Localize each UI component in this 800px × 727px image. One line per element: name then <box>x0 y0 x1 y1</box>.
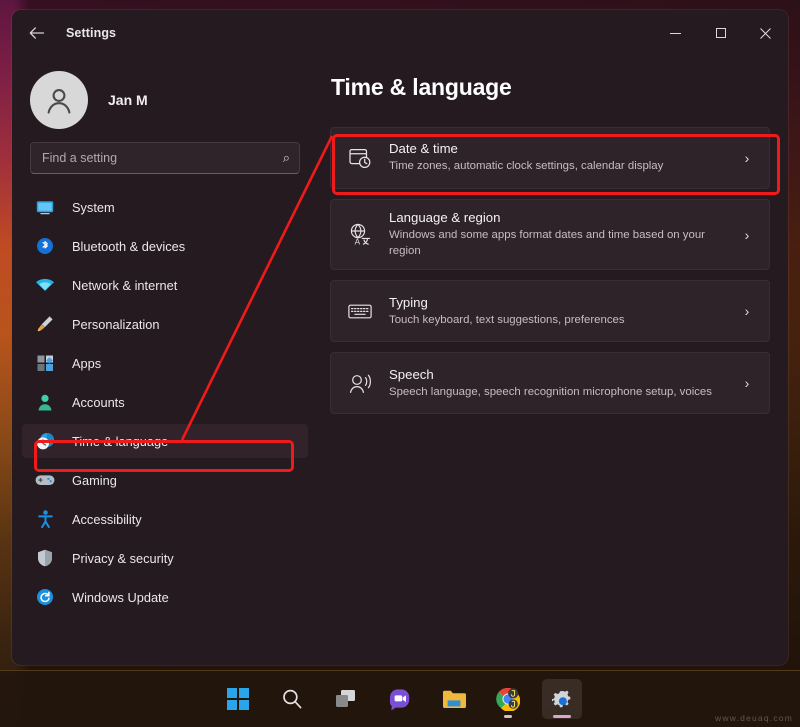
minimize-button[interactable] <box>653 10 698 56</box>
taskbar-running-indicator <box>504 715 512 718</box>
chrome-button[interactable] <box>488 679 528 719</box>
file-explorer-button[interactable] <box>434 679 474 719</box>
chevron-right-icon: › <box>744 150 750 166</box>
card-subtitle: Time zones, automatic clock settings, ca… <box>389 160 664 173</box>
card-subtitle: Speech language, speech recognition micr… <box>389 385 712 398</box>
sidebar-item-apps[interactable]: Apps <box>22 346 308 380</box>
clock-globe-icon <box>34 432 56 450</box>
card-language-region[interactable]: A Language & region Windows and some app… <box>330 199 770 271</box>
paintbrush-icon <box>34 315 56 333</box>
apps-grid-icon <box>34 354 56 372</box>
chevron-right-icon: › <box>744 226 750 243</box>
sidebar-item-accounts[interactable]: Accounts <box>22 385 308 419</box>
card-subtitle: Touch keyboard, text suggestions, prefer… <box>389 313 625 326</box>
speech-microphone-icon <box>345 373 375 394</box>
card-text: Language & region Windows and some apps … <box>389 210 739 259</box>
keyboard-icon <box>345 303 375 320</box>
sidebar-item-label: Windows Update <box>72 589 169 605</box>
sidebar-item-gaming[interactable]: Gaming <box>22 463 308 497</box>
sidebar-item-label: Gaming <box>72 472 117 488</box>
chat-button[interactable] <box>380 679 420 719</box>
card-title: Language & region <box>389 210 501 225</box>
sidebar-item-label: Apps <box>72 355 102 371</box>
user-profile[interactable]: Jan M <box>12 56 318 138</box>
account-person-icon <box>34 393 56 411</box>
person-avatar-icon <box>30 71 88 129</box>
card-subtitle: Windows and some apps format dates and t… <box>389 229 705 258</box>
monitor-icon <box>34 198 56 216</box>
search-container: ⌕ <box>12 138 318 174</box>
chevron-right-icon: › <box>744 375 750 392</box>
sidebar-item-label: System <box>72 199 115 215</box>
main-content: Time & language Date & time Time zones, … <box>318 56 788 665</box>
sidebar-item-label: Time & language <box>72 433 169 449</box>
window-titlebar: Settings <box>12 10 788 56</box>
sidebar-item-label: Accounts <box>72 394 125 410</box>
site-watermark: www.deuaq.com <box>715 713 793 723</box>
settings-window: Settings Jan M Find a setting ⌕ System B… <box>12 10 788 665</box>
card-title: Speech <box>389 366 434 382</box>
sidebar: Jan M ⌕ <box>12 56 318 665</box>
sidebar-item-time-language[interactable]: Time & language <box>22 424 308 458</box>
globe-language-icon: A <box>345 223 375 246</box>
taskbar-active-indicator <box>553 715 571 718</box>
search-button[interactable] <box>272 679 312 719</box>
search-box[interactable]: ⌕ <box>30 142 300 174</box>
sidebar-item-label: Network & internet <box>72 277 178 293</box>
bluetooth-icon <box>34 237 56 255</box>
start-button[interactable] <box>218 679 258 719</box>
search-input[interactable] <box>31 143 299 173</box>
wifi-icon <box>34 276 56 294</box>
card-title: Typing <box>389 294 428 310</box>
card-text: Date & time Time zones, automatic clock … <box>389 141 739 174</box>
card-typing[interactable]: Typing Touch keyboard, text suggestions,… <box>330 280 770 343</box>
svg-text:A: A <box>354 238 360 247</box>
sidebar-item-network-internet[interactable]: Network & internet <box>22 268 308 302</box>
close-button[interactable] <box>743 10 788 56</box>
sidebar-item-privacy-security[interactable]: Privacy & security <box>22 541 308 575</box>
update-refresh-icon <box>34 588 56 606</box>
sidebar-item-label: Privacy & security <box>72 550 174 566</box>
card-speech[interactable]: Speech Speech language, speech recogniti… <box>330 352 770 415</box>
maximize-button[interactable] <box>698 10 743 56</box>
sidebar-item-label: Personalization <box>72 316 160 332</box>
sidebar-item-system[interactable]: System <box>22 190 308 224</box>
desktop: Settings Jan M Find a setting ⌕ System B… <box>0 0 800 727</box>
card-text: Typing Touch keyboard, text suggestions,… <box>389 295 739 328</box>
sidebar-item-personalization[interactable]: Personalization <box>22 307 308 341</box>
shield-icon <box>34 549 56 567</box>
sidebar-item-windows-update[interactable]: Windows Update <box>22 580 308 614</box>
settings-button[interactable] <box>542 679 582 719</box>
back-arrow-icon[interactable] <box>20 17 54 49</box>
accessibility-icon <box>34 510 56 528</box>
taskbar <box>0 670 800 727</box>
gamepad-icon <box>34 471 56 489</box>
task-view-button[interactable] <box>326 679 366 719</box>
sidebar-item-accessibility[interactable]: Accessibility <box>22 502 308 536</box>
chevron-right-icon: › <box>744 303 750 320</box>
sidebar-item-label: Bluetooth & devices <box>72 238 186 254</box>
window-title: Settings <box>66 26 117 40</box>
card-text: Speech Speech language, speech recogniti… <box>389 367 739 400</box>
page-title: Time & language <box>331 74 512 100</box>
calendar-clock-icon <box>345 147 375 169</box>
window-controls <box>653 10 788 56</box>
card-title: Date & time <box>389 141 458 157</box>
profile-name: Jan M <box>108 92 148 108</box>
card-date-time[interactable]: Date & time Time zones, automatic clock … <box>330 127 770 189</box>
sidebar-item-label: Accessibility <box>72 511 142 527</box>
sidebar-item-bluetooth-devices[interactable]: Bluetooth & devices <box>22 229 308 263</box>
sidebar-nav-list: System Bluetooth & devices Network & int… <box>12 190 318 614</box>
